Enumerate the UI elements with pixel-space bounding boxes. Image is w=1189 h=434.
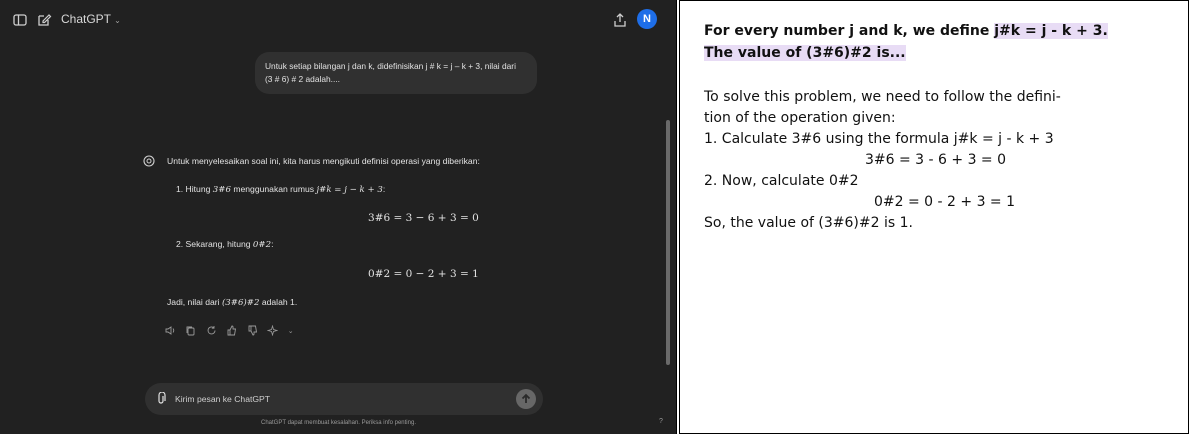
conclusion-text: Jadi, nilai dari — [167, 297, 222, 307]
conclusion-text: adalah 1. — [259, 297, 298, 307]
answer-equation-2: 0#2 = 0 - 2 + 3 = 1 — [874, 194, 1016, 210]
chatgpt-logo-icon — [143, 155, 155, 167]
question-line-1: For every number j and k, we define j#k … — [704, 23, 1108, 39]
answer-intro-line-1: To solve this problem, we need to follow… — [704, 89, 1061, 105]
scrollbar-thumb[interactable] — [666, 120, 670, 365]
step-2-text: 2. Sekarang, hitung — [176, 239, 253, 249]
chevron-down-icon: ⌄ — [114, 16, 121, 25]
question-line-2: The value of (3#6)#2 is... — [704, 45, 906, 61]
chevron-down-icon[interactable]: ⌄ — [288, 328, 294, 335]
user-message-line: Untuk setiap bilangan j dan k, didefinis… — [265, 61, 516, 71]
help-button[interactable]: ? — [659, 418, 663, 425]
step-1-text: 1. Hitung — [176, 184, 213, 194]
assistant-equation-1: 3#6 = 3 − 6 + 3 = 0 — [368, 212, 479, 224]
question-text: For every number j and k, we define — [704, 23, 995, 39]
thumbs-up-icon[interactable] — [226, 325, 237, 336]
composer — [145, 383, 543, 415]
assistant-conclusion: Jadi, nilai dari (3#6)#2 adalah 1. — [167, 297, 297, 308]
question-highlight: The value of (3#6)#2 is... — [704, 45, 906, 61]
answer-step-2: 2. Now, calculate 0#2 — [704, 173, 859, 189]
step-2-text: : — [271, 239, 274, 249]
send-button[interactable] — [516, 389, 536, 409]
answer-equation-1: 3#6 = 3 - 6 + 3 = 0 — [865, 152, 1007, 168]
read-aloud-icon[interactable] — [165, 325, 176, 336]
model-selector[interactable]: ChatGPT ⌄ — [61, 12, 121, 26]
assistant-step-2: 2. Sekarang, hitung 0#2: — [176, 239, 273, 250]
step-1-text: : — [382, 184, 386, 194]
assistant-step-1: 1. Hitung 3#6 menggunakan rumus j#k = j … — [176, 184, 385, 195]
step-2-math: 0#2 — [252, 240, 272, 250]
paperclip-icon[interactable] — [155, 392, 167, 406]
user-message-bubble: Untuk setiap bilangan j dan k, didefinis… — [255, 52, 537, 94]
chatgpt-screenshot: ChatGPT ⌄ N Untuk setiap bilangan j dan … — [0, 0, 677, 434]
message-input[interactable] — [175, 383, 505, 415]
question-highlight: j#k = j - k + 3 — [994, 23, 1103, 39]
step-1-text: menggunakan rumus — [230, 184, 317, 194]
new-chat-icon[interactable] — [36, 12, 52, 28]
step-1-math: 3#6 — [212, 185, 231, 195]
message-actions: ⌄ — [165, 322, 294, 337]
regenerate-icon[interactable] — [206, 325, 217, 336]
assistant-intro: Untuk menyelesaikan soal ini, kita harus… — [167, 156, 480, 166]
conclusion-math: (3#6)#2 — [221, 298, 260, 308]
step-1-formula: j#k = j − k + 3 — [316, 185, 383, 195]
assistant-equation-2: 0#2 = 0 − 2 + 3 = 1 — [368, 268, 479, 280]
thumbs-down-icon[interactable] — [247, 325, 258, 336]
answer-step-1: 1. Calculate 3#6 using the formula j#k =… — [704, 131, 1054, 147]
answer-intro-line-2: tion of the operation given: — [704, 110, 896, 126]
translation-panel: For every number j and k, we define j#k … — [679, 0, 1189, 434]
share-icon[interactable] — [613, 12, 627, 28]
sidebar-toggle-icon[interactable] — [12, 12, 28, 28]
top-bar: ChatGPT ⌄ N — [0, 0, 676, 40]
question-highlight: . — [1102, 23, 1108, 39]
copy-icon[interactable] — [185, 325, 196, 336]
model-name: ChatGPT — [61, 12, 111, 26]
sparkle-model-icon[interactable] — [267, 325, 279, 337]
user-message-line: (3 # 6) # 2 adalah.... — [265, 74, 340, 84]
user-avatar[interactable]: N — [637, 9, 657, 29]
disclaimer-footer: ChatGPT dapat membuat kesalahan. Periksa… — [261, 420, 416, 426]
arrow-up-icon — [521, 393, 531, 403]
answer-conclusion: So, the value of (3#6)#2 is 1. — [704, 215, 913, 231]
